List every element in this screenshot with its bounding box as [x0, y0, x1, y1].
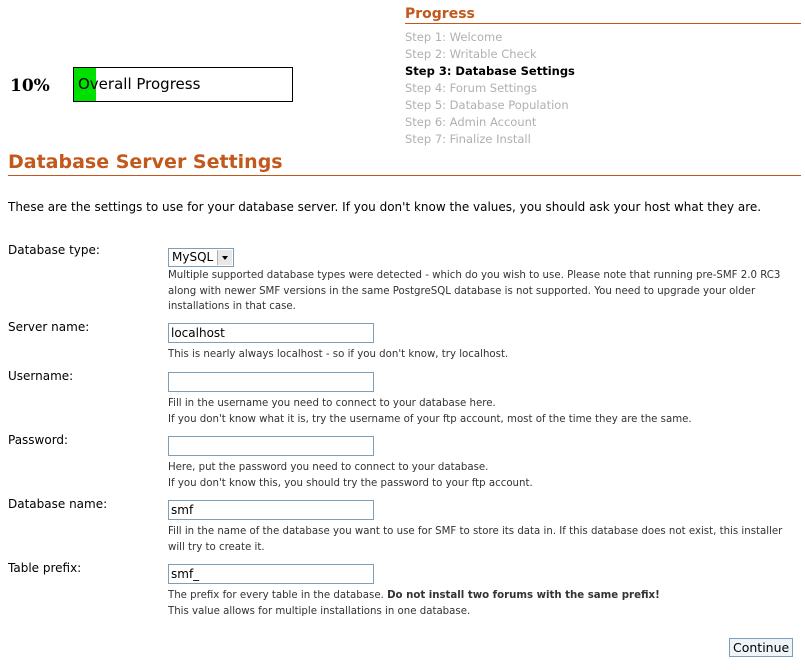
- db-type-value: MySQL: [172, 250, 214, 264]
- progress-panel: Progress Step 1: Welcome Step 2: Writabl…: [405, 6, 801, 148]
- db-type-select[interactable]: MySQL: [168, 248, 235, 267]
- server-name-input[interactable]: [168, 323, 374, 343]
- db-type-field: MySQL Multiple supported database types …: [168, 246, 802, 315]
- username-desc-line2: If you don't know what it is, try the us…: [168, 413, 692, 425]
- step-item: Step 5: Database Population: [405, 98, 569, 112]
- step-item: Step 6: Admin Account: [405, 115, 537, 129]
- username-input[interactable]: [168, 372, 374, 392]
- password-field: Here, put the password you need to conne…: [168, 435, 802, 491]
- step-list: Step 1: Welcome Step 2: Writable Check S…: [405, 29, 801, 148]
- password-desc-line1: Here, put the password you need to conne…: [168, 462, 489, 473]
- server-desc: This is nearly always localhost - so if …: [168, 349, 509, 360]
- overall-progress-bar: Overall Progress: [73, 67, 293, 102]
- prefix-desc: The prefix for every table in the databa…: [168, 588, 802, 619]
- password-desc-line2: If you don't know this, you should try t…: [168, 477, 533, 489]
- prefix-label: Table prefix:: [8, 561, 82, 575]
- username-desc: Fill in the username you need to connect…: [168, 396, 802, 427]
- db-name-label: Database name:: [8, 497, 108, 511]
- password-input[interactable]: [168, 436, 374, 456]
- step-item: Step 2: Writable Check: [405, 47, 537, 61]
- progress-title: Progress: [405, 6, 801, 24]
- step-item: Step 7: Finalize Install: [405, 132, 531, 146]
- section-title: Database Server Settings: [8, 151, 801, 176]
- overall-percent: 10%: [10, 76, 50, 96]
- db-name-input[interactable]: [168, 500, 374, 520]
- step-item: Step 4: Forum Settings: [405, 81, 537, 95]
- server-label: Server name:: [8, 320, 90, 334]
- chevron-down-icon[interactable]: [217, 250, 233, 265]
- db-name-desc: Fill in the name of the database you wan…: [168, 526, 783, 553]
- step-item-current: Step 3: Database Settings: [405, 64, 575, 78]
- continue-button[interactable]: Continue: [729, 638, 794, 657]
- password-label: Password:: [8, 433, 69, 447]
- db-name-field: Fill in the name of the database you wan…: [168, 499, 802, 555]
- db-type-desc: Multiple supported database types were d…: [168, 270, 781, 312]
- prefix-desc-warning: Do not install two forums with the same …: [387, 590, 660, 601]
- prefix-desc-line2: This value allows for multiple installat…: [168, 605, 471, 617]
- server-field: This is nearly always localhost - so if …: [168, 322, 802, 363]
- password-desc: Here, put the password you need to conne…: [168, 460, 802, 491]
- progress-bar-label: Overall Progress: [78, 75, 201, 93]
- prefix-desc-text: The prefix for every table in the databa…: [168, 590, 384, 601]
- username-desc-line1: Fill in the username you need to connect…: [168, 398, 496, 409]
- intro-text: These are the settings to use for your d…: [8, 200, 762, 214]
- table-prefix-input[interactable]: [168, 564, 374, 584]
- username-label: Username:: [8, 369, 74, 383]
- step-item: Step 1: Welcome: [405, 30, 503, 44]
- username-field: Fill in the username you need to connect…: [168, 371, 802, 427]
- prefix-field: The prefix for every table in the databa…: [168, 563, 802, 619]
- prefix-desc-line1: The prefix for every table in the databa…: [168, 588, 802, 604]
- db-type-label: Database type:: [8, 243, 100, 257]
